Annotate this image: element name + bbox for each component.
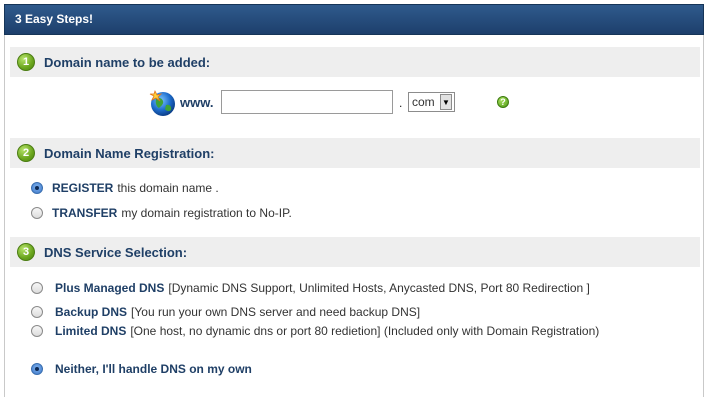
step-1-badge: 1 — [17, 53, 35, 71]
globe-icon — [149, 89, 175, 116]
register-description: this domain name . — [117, 181, 219, 195]
www-prefix-label: www. — [180, 95, 214, 110]
backup-dns-label: Backup DNS — [55, 305, 128, 319]
step-2-header: 2 Domain Name Registration: — [10, 138, 700, 168]
no-dns-label: Neither, I'll handle DNS on my own — [55, 362, 252, 376]
domain-entry-row: www. . com ▼ ? — [0, 89, 708, 116]
plus-managed-dns-radio[interactable] — [31, 282, 43, 294]
chevron-down-icon[interactable]: ▼ — [440, 94, 452, 110]
no-dns-option[interactable]: Neither, I'll handle DNS on my own — [31, 362, 256, 376]
step-1-title: Domain name to be added: — [44, 54, 211, 70]
transfer-label: TRANSFER — [52, 206, 118, 220]
no-dns-radio[interactable] — [31, 363, 43, 375]
backup-dns-description: [You run your own DNS server and need ba… — [131, 305, 421, 319]
step-2-badge: 2 — [17, 144, 35, 162]
register-option[interactable]: REGISTER this domain name . — [31, 181, 219, 195]
help-icon[interactable]: ? — [497, 96, 509, 108]
tld-selected-value: com — [412, 95, 435, 109]
tld-separator: . — [399, 96, 403, 110]
backup-dns-option[interactable]: Backup DNS [You run your own DNS server … — [31, 305, 420, 319]
step-2-title: Domain Name Registration: — [44, 145, 215, 161]
domain-name-input[interactable] — [221, 90, 393, 114]
step-3-title: DNS Service Selection: — [44, 244, 188, 260]
step-3-badge: 3 — [17, 243, 35, 261]
plus-managed-dns-description: [Dynamic DNS Support, Unlimited Hosts, A… — [168, 281, 590, 295]
transfer-option[interactable]: TRANSFER my domain registration to No-IP… — [31, 206, 292, 220]
limited-dns-description: [One host, no dynamic dns or port 80 red… — [130, 324, 600, 338]
backup-dns-radio[interactable] — [31, 306, 43, 318]
limited-dns-label: Limited DNS — [55, 324, 127, 338]
plus-managed-dns-option[interactable]: Plus Managed DNS [Dynamic DNS Support, U… — [31, 281, 590, 295]
limited-dns-radio[interactable] — [31, 325, 43, 337]
plus-managed-dns-label: Plus Managed DNS — [55, 281, 165, 295]
register-label: REGISTER — [52, 181, 114, 195]
transfer-radio[interactable] — [31, 207, 43, 219]
limited-dns-option[interactable]: Limited DNS [One host, no dynamic dns or… — [31, 324, 599, 338]
step-1-header: 1 Domain name to be added: — [10, 47, 700, 77]
panel-title: 3 Easy Steps! — [4, 4, 704, 35]
step-3-header: 3 DNS Service Selection: — [10, 237, 700, 267]
register-radio[interactable] — [31, 182, 43, 194]
transfer-description: my domain registration to No-IP. — [121, 206, 292, 220]
tld-select[interactable]: com ▼ — [408, 92, 455, 112]
